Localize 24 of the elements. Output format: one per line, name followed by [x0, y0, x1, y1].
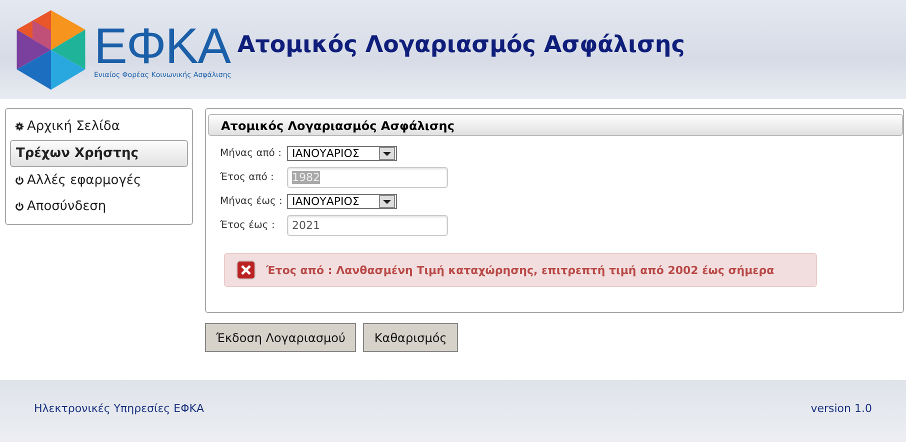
form-button[interactable]: Καθαρισμός — [363, 323, 458, 352]
field-label: Έτος έως : — [220, 220, 276, 232]
month-dropdown[interactable]: ΙΑΝΟΥΑΡΙΟΣ — [287, 146, 397, 162]
gear-icon — [15, 122, 24, 132]
field-label: Μήνας έως : — [220, 196, 284, 208]
logo-wordmark: ΕΦΚΑ — [94, 20, 232, 71]
footer-text: Ηλεκτρονικές Υπηρεσίες ΕΦΚΑ — [34, 402, 204, 416]
version-text: version 1.0 — [810, 402, 872, 416]
field-label: Μήνας από : — [220, 148, 282, 160]
year-input-field[interactable]: 2021 — [287, 215, 448, 236]
sidebar-item[interactable]: Τρέχων Χρήστης — [10, 140, 188, 168]
sidebar-item[interactable]: Αρχική Σελίδα — [10, 114, 188, 140]
error-x-icon — [236, 260, 256, 280]
form-button[interactable]: Έκδοση Λογαριασμού — [205, 323, 356, 352]
error-text: Έτος από : Λανθασμένη Τιμή καταχώρησης, επιτρεπτή τιμή από 2002 έως σήμερα — [266, 264, 774, 277]
field-label: Έτος από : — [220, 172, 275, 184]
hexagon-logo-icon — [14, 8, 88, 91]
page-title: Ατομικός Λογαριασμός Ασφάλισης — [237, 32, 685, 58]
panel-title-bar: Ατομικός Λογαριασμός Ασφάλισης — [208, 114, 903, 136]
power-icon — [15, 176, 24, 186]
sidebar-item[interactable]: Αποσύνδεση — [10, 194, 188, 220]
sidebar-item[interactable]: Αλλές εφαρμογές — [10, 168, 188, 194]
power-icon — [15, 202, 24, 212]
month-dropdown[interactable]: ΙΑΝΟΥΑΡΙΟΣ — [287, 194, 397, 210]
